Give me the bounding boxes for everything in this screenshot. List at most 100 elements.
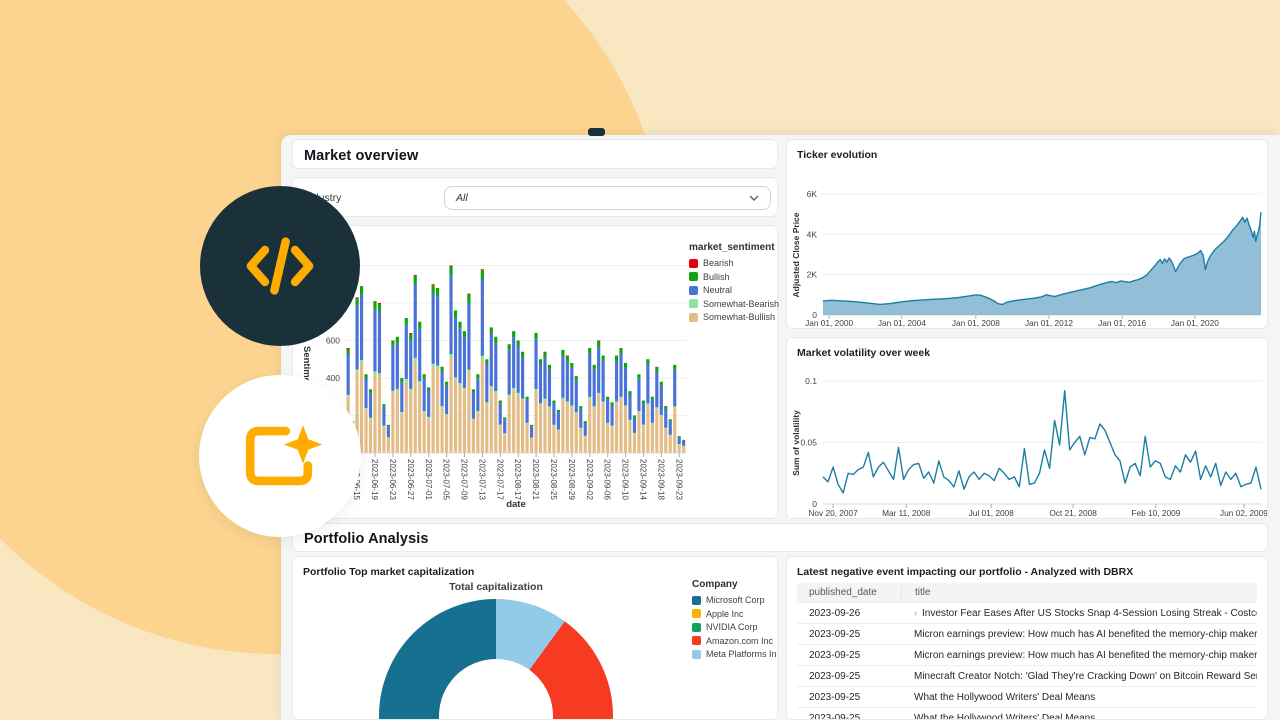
svg-text:Jul 01, 2008: Jul 01, 2008 [969, 508, 1015, 517]
legend-item[interactable]: Bearish [689, 258, 779, 268]
svg-text:Oct 21, 2008: Oct 21, 2008 [1049, 508, 1097, 517]
legend-label: Bearish [703, 258, 734, 268]
column-header-title[interactable]: title [902, 587, 931, 598]
expand-row-icon[interactable]: › [914, 608, 917, 618]
filter-card: Industry All [292, 177, 778, 217]
cell-published-date: 2023-09-25 [797, 629, 901, 640]
market-overview-title: Market overview [293, 140, 777, 164]
sentiment-legend: market_sentimentBearishBullishNeutralSom… [689, 242, 779, 326]
column-header-published-date[interactable]: published_date [797, 586, 902, 599]
svg-text:2023-07-13: 2023-07-13 [477, 459, 486, 500]
legend-item[interactable]: Somewhat-Bearish [689, 299, 779, 309]
svg-text:2023-09-06: 2023-09-06 [603, 459, 612, 500]
svg-text:Nov 20, 2007: Nov 20, 2007 [808, 508, 858, 517]
table-row[interactable]: 2023-09-25What the Hollywood Writers' De… [797, 707, 1257, 720]
chevron-down-icon [749, 195, 759, 202]
ticker-area-chart[interactable]: 02K4K6KJan 01, 2000Jan 01, 2004Jan 01, 2… [787, 161, 1267, 327]
legend-swatch [689, 313, 698, 322]
cell-title: Micron earnings preview: How much has AI… [901, 650, 1257, 661]
svg-text:6K: 6K [807, 189, 818, 199]
svg-text:Jan 01, 2012: Jan 01, 2012 [1025, 318, 1073, 327]
svg-text:Jan 01, 2020: Jan 01, 2020 [1171, 318, 1219, 327]
legend-label: Bullish [703, 272, 730, 282]
svg-text:2023-09-14: 2023-09-14 [639, 459, 648, 500]
portfolio-analysis-title: Portfolio Analysis [293, 524, 1267, 547]
events-table-card: Latest negative event impacting our port… [786, 556, 1268, 720]
legend-item[interactable]: Neutral [689, 285, 779, 295]
svg-text:2023-07-09: 2023-07-09 [460, 459, 469, 500]
ticker-card-title: Ticker evolution [787, 140, 1267, 161]
table-row[interactable]: 2023-09-25Micron earnings preview: How m… [797, 623, 1257, 644]
legend-swatch [689, 286, 698, 295]
cell-title: Minecraft Creator Notch: 'Glad They're C… [901, 671, 1257, 682]
table-row[interactable]: 2023-09-25Minecraft Creator Notch: 'Glad… [797, 665, 1257, 686]
legend-item[interactable]: Microsoft Corp [692, 595, 778, 605]
market-overview-card: Market overview [292, 139, 778, 169]
code-brackets-icon [233, 219, 327, 313]
legend-swatch [692, 596, 701, 605]
svg-text:2023-08-17: 2023-08-17 [513, 459, 522, 500]
legend-item[interactable]: Meta Platforms Inc [692, 649, 778, 659]
table-header: published_datetitle [797, 583, 1257, 602]
legend-label: Somewhat-Bullish [703, 312, 775, 322]
legend-item[interactable]: NVIDIA Corp [692, 622, 778, 632]
cell-published-date: 2023-09-25 [797, 692, 901, 703]
donut-chart-title: Total capitalization [379, 581, 613, 593]
legend-swatch [689, 299, 698, 308]
legend-swatch [689, 272, 698, 281]
svg-text:2023-06-27: 2023-06-27 [406, 459, 415, 500]
svg-text:2023-08-25: 2023-08-25 [549, 459, 558, 500]
legend-item[interactable]: Apple Inc [692, 609, 778, 619]
table-row[interactable]: 2023-09-26›Investor Fear Eases After US … [797, 602, 1257, 623]
volatility-card-title: Market volatility over week [787, 338, 1267, 359]
sentiment-chart-card: 020040060080010002023-06-152023-06-19202… [292, 225, 778, 519]
legend-swatch [692, 636, 701, 645]
svg-text:0.05: 0.05 [800, 438, 817, 448]
svg-text:Feb 10, 2009: Feb 10, 2009 [1131, 508, 1180, 517]
svg-text:Jan 01, 2008: Jan 01, 2008 [952, 318, 1000, 327]
svg-text:Adjusted Close Price: Adjusted Close Price [791, 212, 801, 297]
svg-text:2023-07-01: 2023-07-01 [424, 459, 433, 500]
legend-label: NVIDIA Corp [706, 622, 758, 632]
legend-title: Company [692, 579, 778, 590]
table-row[interactable]: 2023-09-25Micron earnings preview: How m… [797, 644, 1257, 665]
industry-select[interactable]: All [444, 186, 771, 210]
legend-item[interactable]: Bullish [689, 272, 779, 282]
capitalization-card-title: Portfolio Top market capitalization [293, 557, 777, 578]
code-badge-circle [200, 186, 360, 346]
cell-published-date: 2023-09-25 [797, 671, 901, 682]
legend-item[interactable]: Somewhat-Bullish [689, 312, 779, 322]
legend-item[interactable]: Amazon.com Inc [692, 636, 778, 646]
legend-label: Microsoft Corp [706, 595, 765, 605]
svg-text:Jan 01, 2004: Jan 01, 2004 [878, 318, 926, 327]
cell-title: Micron earnings preview: How much has AI… [901, 629, 1257, 640]
cell-published-date: 2023-09-25 [797, 713, 901, 720]
svg-text:2023-08-21: 2023-08-21 [531, 459, 540, 500]
legend-swatch [692, 609, 701, 618]
svg-text:Jan 01, 2016: Jan 01, 2016 [1098, 318, 1146, 327]
portfolio-analysis-card: Portfolio Analysis [292, 523, 1268, 552]
legend-label: Meta Platforms Inc [706, 649, 778, 659]
table-row[interactable]: 2023-09-25What the Hollywood Writers' De… [797, 686, 1257, 707]
svg-text:Jan 01, 2000: Jan 01, 2000 [805, 318, 853, 327]
svg-text:2023-07-05: 2023-07-05 [442, 459, 451, 500]
company-legend: Company Microsoft Corp Apple Inc NVIDIA Cor… [692, 579, 778, 663]
svg-text:400: 400 [326, 373, 340, 383]
legend-label: Neutral [703, 285, 732, 295]
volatility-line-chart[interactable]: 00.050.1Nov 20, 2007Mar 11, 2008Jul 01, … [787, 359, 1267, 517]
svg-text:2023-09-18: 2023-09-18 [656, 459, 665, 500]
legend-label: Amazon.com Inc [706, 636, 773, 646]
cell-published-date: 2023-09-25 [797, 650, 901, 661]
svg-text:2023-08-29: 2023-08-29 [567, 459, 576, 500]
svg-text:0.1: 0.1 [805, 376, 817, 386]
cell-published-date: 2023-09-26 [797, 608, 901, 619]
frame-sparkle-icon [232, 408, 328, 504]
events-table: published_datetitle2023-09-26›Investor F… [797, 583, 1257, 720]
page: { "decor": {"navy": "#1b3139", "orange":… [0, 0, 1280, 720]
volatility-card: Market volatility over week 00.050.1Nov … [786, 337, 1268, 519]
svg-text:2023-07-17: 2023-07-17 [495, 459, 504, 500]
export-badge-circle [199, 375, 361, 537]
svg-text:600: 600 [326, 336, 340, 346]
svg-text:2023-09-23: 2023-09-23 [674, 459, 683, 500]
cell-title: What the Hollywood Writers' Deal Means [901, 692, 1095, 703]
